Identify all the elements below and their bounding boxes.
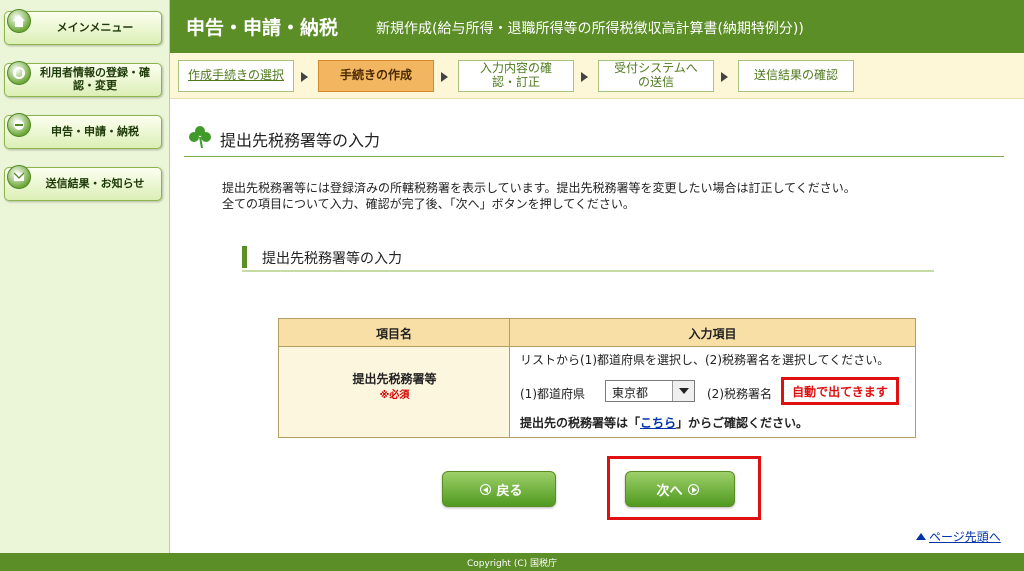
tax-office-auto-note: 自動で出てきます <box>781 377 899 405</box>
prefecture-value: 東京都 <box>612 386 649 400</box>
step-select-procedure[interactable]: 作成手続きの選択 <box>178 60 294 92</box>
column-header-input: 入力項目 <box>688 326 737 341</box>
back-button-label: 戻る <box>496 483 523 499</box>
up-arrow-icon <box>916 533 926 540</box>
progress-steps: 作成手続きの選択 手続きの作成 入力内容の確認・訂正 受付システムへの送信 送信… <box>170 53 1024 99</box>
sidebar-item-label: 送信結果・お知らせ <box>45 176 145 190</box>
table-row-input-cell: リストから(1)都道府県を選択し、(2)税務署名を選択してください。 (1)都道… <box>510 347 915 437</box>
table-header-row: 項目名 入力項目 <box>279 319 915 347</box>
step-arrow-icon <box>441 72 448 82</box>
footer: Copyright (C) 国税庁 <box>0 553 1024 571</box>
header-title: 申告・申請・納税 <box>186 17 339 39</box>
input-table: 項目名 入力項目 提出先税務署等 ※必須 リストから(1)都道府県を選択し、(2… <box>278 318 916 438</box>
table-row-label-cell: 提出先税務署等 ※必須 <box>279 347 510 437</box>
section-title: 提出先税務署等の入力 <box>262 251 402 267</box>
page-top-link[interactable]: ページ先頭へ <box>916 528 1001 545</box>
step-create-procedure: 手続きの作成 <box>318 60 434 92</box>
next-arrow-icon <box>687 483 699 495</box>
sidebar-item-results[interactable]: 送信結果・お知らせ <box>4 165 162 201</box>
field-label: 提出先税務署等 <box>352 372 437 386</box>
home-icon <box>7 9 31 33</box>
sidebar-item-label: 申告・申請・納税 <box>51 124 139 138</box>
filing-icon <box>7 113 31 137</box>
step-label: 受付システムへの送信 <box>614 61 698 89</box>
required-mark: ※必須 <box>379 390 410 401</box>
mail-icon <box>7 165 31 189</box>
prefecture-select[interactable]: 東京都 <box>605 380 695 402</box>
section-heading: 提出先税務署等の入力 <box>242 242 934 272</box>
description-line: 全ての項目について入力、確認が完了後、「次へ」ボタンを押してください。 <box>222 197 635 211</box>
main-content: 提出先税務署等の入力 提出先税務署等には登録済みの所轄税務署を表示しています。提… <box>170 99 1024 553</box>
step-arrow-icon <box>581 72 588 82</box>
page-title-text: 提出先税務署等の入力 <box>220 131 381 150</box>
description-line: 提出先税務署等には登録済みの所轄税務署を表示しています。提出先税務署等を変更した… <box>222 181 856 195</box>
next-button[interactable]: 次へ <box>625 471 735 507</box>
sidebar-item-filing[interactable]: 申告・申請・納税 <box>4 113 162 149</box>
step-send: 受付システムへの送信 <box>598 60 714 92</box>
input-instruction: リストから(1)都道府県を選択し、(2)税務署名を選択してください。 <box>520 353 890 367</box>
page-top-label: ページ先頭へ <box>929 530 1001 544</box>
step-confirm-input: 入力内容の確認・訂正 <box>458 60 574 92</box>
header-subtitle: 新規作成(給与所得・退職所得等の所得税徴収高計算書(納期特例分)) <box>376 21 804 37</box>
sidebar-item-label: メインメニュー <box>56 20 134 34</box>
clover-icon <box>189 126 211 149</box>
page-title: 提出先税務署等の入力 <box>184 123 1004 157</box>
tax-office-label: (2)税務署名 <box>707 387 772 401</box>
header: 申告・申請・納税 新規作成(給与所得・退職所得等の所得税徴収高計算書(納期特例分… <box>170 0 1024 53</box>
prefecture-label: (1)都道府県 <box>520 387 585 401</box>
back-arrow-icon <box>480 483 492 495</box>
sidebar: メインメニュー 利用者情報の登録・確認・変更 申告・申請・納税 送信結果・お知ら… <box>0 0 170 553</box>
sidebar-item-user-info[interactable]: 利用者情報の登録・確認・変更 <box>4 61 162 97</box>
back-button[interactable]: 戻る <box>442 471 556 507</box>
confirm-office-line: 提出先の税務署等は「こちら」からご確認ください。 <box>520 414 808 431</box>
step-label: 入力内容の確認・訂正 <box>479 61 552 89</box>
step-check-result: 送信結果の確認 <box>738 60 854 92</box>
confirm-prefix: 提出先の税務署等は「 <box>520 416 641 430</box>
column-header-name: 項目名 <box>279 319 510 347</box>
sidebar-item-label: 利用者情報の登録・確認・変更 <box>40 66 150 92</box>
dropdown-arrow-icon[interactable] <box>672 381 694 401</box>
step-arrow-icon <box>721 72 728 82</box>
step-arrow-icon <box>301 72 308 82</box>
sidebar-item-main-menu[interactable]: メインメニュー <box>4 9 162 45</box>
next-button-label: 次へ <box>656 483 683 499</box>
confirm-suffix: 」からご確認ください。 <box>676 416 809 430</box>
section-marker <box>242 246 247 268</box>
page-description: 提出先税務署等には登録済みの所轄税務署を表示しています。提出先税務署等を変更した… <box>222 180 856 212</box>
copyright-text: Copyright (C) 国税庁 <box>466 559 557 569</box>
user-settings-icon <box>7 61 31 85</box>
confirm-office-link[interactable]: こちら <box>640 416 676 430</box>
